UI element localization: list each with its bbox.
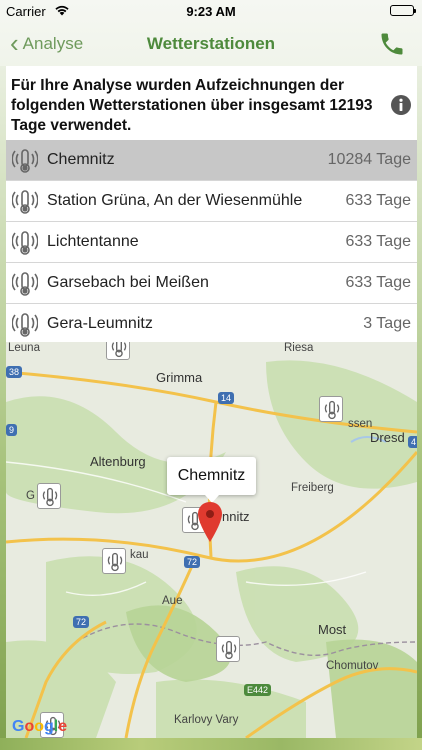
map-label-karlovy-vary: Karlovy Vary (174, 714, 239, 726)
station-days: 633 Tage (345, 192, 411, 209)
info-icon[interactable] (391, 95, 411, 115)
station-name: Chemnitz (47, 151, 115, 168)
map-station-marker[interactable] (216, 636, 240, 662)
map-label-chomutov: Chomutov (326, 660, 379, 672)
map-label-gera: G (26, 490, 35, 502)
page-title: Wetterstationen (146, 34, 276, 53)
map-label-most: Most (318, 622, 347, 637)
status-bar: Carrier 9:23 AM (0, 0, 422, 22)
station-row-gera-leumnitz[interactable]: Gera-Leumnitz 3 Tage (6, 304, 417, 345)
info-header: Für Ihre Analyse wurden Aufzeichnungen d… (6, 66, 417, 140)
google-logo: Google (12, 718, 68, 735)
info-text: Für Ihre Analyse wurden Aufzeichnungen d… (11, 77, 373, 134)
station-days: 633 Tage (345, 274, 411, 291)
map-label-freiberg: Freiberg (291, 482, 334, 494)
phone-icon[interactable] (378, 30, 406, 58)
road-shield-e442: E442 (244, 684, 272, 696)
weather-station-icon (11, 188, 39, 216)
map-station-marker[interactable] (319, 396, 343, 422)
station-row-garsebach[interactable]: Garsebach bei Meißen 633 Tage (6, 263, 417, 304)
clock: 9:23 AM (186, 4, 236, 19)
station-row-lichtentanne[interactable]: Lichtentanne 633 Tage (6, 222, 417, 263)
road-shield-72-south: 72 (73, 616, 90, 628)
map-station-marker[interactable] (37, 483, 61, 509)
map-label-leuna: Leuna (8, 342, 40, 354)
weather-station-icon (11, 147, 39, 175)
map-label-zwickau: kau (130, 549, 149, 561)
navigation-bar: ‹ Analyse Wetterstationen (0, 22, 422, 66)
battery-icon (390, 5, 416, 16)
station-days: 633 Tage (345, 233, 411, 250)
station-days: 10284 Tage (327, 151, 411, 168)
map-label-chemnitz: nnitz (222, 509, 250, 524)
road-shield-72-north: 72 (184, 556, 201, 568)
map-label-dresden: Dresd (370, 430, 405, 445)
map-station-marker[interactable] (106, 342, 130, 360)
map-callout[interactable]: Chemnitz (167, 457, 256, 503)
background-edge-bottom (0, 738, 422, 750)
station-row-gruena[interactable]: Station Grüna, An der Wiesenmühle 633 Ta… (6, 181, 417, 222)
station-name: Gera-Leumnitz (47, 315, 153, 332)
map-label-altenburg: Altenburg (90, 454, 146, 469)
weather-station-icon (11, 270, 39, 298)
road-shield-14: 14 (218, 392, 235, 404)
map-label-aue: Aue (162, 595, 183, 607)
map-label-meissen: ssen (348, 418, 373, 430)
station-days: 3 Tage (363, 315, 411, 332)
road-shield-9: 9 (6, 424, 18, 436)
station-name: Station Grüna, An der Wiesenmühle (47, 192, 303, 209)
road-shield-4: 4 (408, 436, 417, 448)
map-station-marker[interactable] (102, 548, 126, 574)
station-name: Garsebach bei Meißen (47, 274, 209, 291)
map-label-riesa: Riesa (284, 342, 314, 354)
weather-station-icon (11, 311, 39, 339)
map-view[interactable]: Leuna Riesa Grimma ssen Dresd Altenburg … (6, 342, 417, 738)
station-row-chemnitz[interactable]: Chemnitz 10284 Tage (6, 140, 417, 181)
station-name: Lichtentanne (47, 233, 139, 250)
road-shield-38: 38 (6, 366, 23, 378)
map-label-grimma: Grimma (156, 370, 203, 385)
map-pin-icon[interactable] (198, 502, 222, 542)
weather-station-icon (11, 229, 39, 257)
station-list: Chemnitz 10284 Tage Station Grüna, An de… (6, 140, 417, 345)
